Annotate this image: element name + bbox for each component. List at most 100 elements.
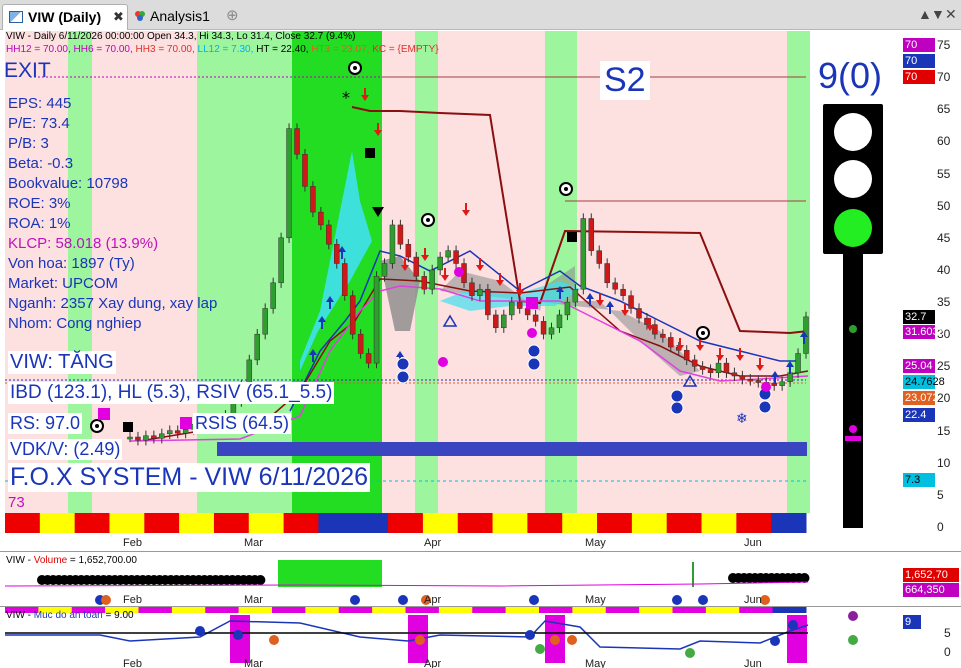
candle bbox=[532, 314, 539, 322]
price-value-tag: 32.7 bbox=[903, 309, 935, 324]
candle bbox=[636, 308, 642, 319]
buy-marker bbox=[396, 357, 410, 371]
uptrend-band bbox=[197, 31, 292, 513]
candle bbox=[755, 380, 762, 383]
status-strip-cell bbox=[283, 513, 319, 533]
candle bbox=[485, 288, 491, 316]
volume-marker bbox=[672, 595, 682, 605]
magenta-square bbox=[180, 417, 192, 429]
price-tick: 15 bbox=[937, 423, 951, 438]
black-square bbox=[123, 422, 133, 432]
rs-label: RS: 97.0 bbox=[8, 413, 83, 434]
status-strip-cell bbox=[353, 513, 389, 533]
price-tick: 10 bbox=[937, 455, 951, 470]
candle bbox=[524, 308, 531, 316]
tab-viw-daily[interactable]: VIW (Daily) ✖ bbox=[2, 4, 128, 30]
candle bbox=[397, 224, 404, 245]
status-strip-cell bbox=[492, 513, 528, 533]
price-tick: 0 bbox=[937, 520, 944, 534]
safety-header: VIW - Muc do an toan = 9.00 bbox=[6, 610, 134, 621]
month-label: May bbox=[585, 658, 606, 668]
fundamental-item: Von hoa: 1897 (Ty) bbox=[8, 255, 135, 272]
status-strip-cell bbox=[631, 513, 668, 533]
price-tick: 20 bbox=[937, 391, 951, 406]
tab-analysis1[interactable]: Analysis1 bbox=[132, 4, 224, 30]
header-stat-2: HH3 = 70.00, bbox=[135, 44, 198, 55]
safety-tick-5: 5 bbox=[944, 626, 951, 640]
fundamental-item: KLCP: 58.018 (13.9%) bbox=[8, 235, 159, 252]
tab-bar: VIW (Daily) ✖ Analysis1 ⊕ ▲ ▼ ✕ bbox=[0, 0, 961, 30]
volume-ma-tag: 664,350 bbox=[903, 583, 959, 597]
stage-label: S2 bbox=[600, 61, 650, 100]
light-middle bbox=[834, 160, 872, 198]
pole-dot bbox=[849, 425, 857, 433]
close-icon[interactable]: ✖ bbox=[113, 5, 124, 29]
safety-header-name: VIW - bbox=[6, 610, 34, 621]
exit-signal: EXIT bbox=[4, 59, 51, 82]
safety-side-dot bbox=[848, 611, 858, 621]
buy-marker bbox=[758, 400, 772, 414]
candle bbox=[596, 250, 602, 264]
chart-header-line1: VIW - Daily 6/11/2026 00:00:00 Open 34.3… bbox=[6, 31, 356, 42]
header-stat-5: HT3 = 23.07, bbox=[311, 44, 373, 55]
safety-marker bbox=[269, 635, 279, 645]
scroll-down-icon[interactable]: ▼ bbox=[931, 6, 945, 22]
safety-marker bbox=[550, 635, 560, 645]
candle bbox=[254, 333, 260, 361]
candle bbox=[620, 288, 626, 296]
safety-strip-cell bbox=[338, 607, 373, 613]
fundamental-item: ROE: 3% bbox=[8, 195, 71, 212]
candle bbox=[365, 353, 372, 364]
buy-marker bbox=[670, 401, 684, 415]
safety-tag: 9 bbox=[903, 615, 921, 629]
safety-strip-cell bbox=[605, 607, 640, 613]
status-strip-cell bbox=[109, 513, 145, 533]
status-strip-cell bbox=[39, 513, 76, 533]
candle bbox=[429, 269, 435, 290]
add-tab-icon[interactable]: ⊕ bbox=[226, 6, 239, 24]
candle bbox=[723, 362, 730, 374]
candle bbox=[707, 369, 714, 374]
price-value-tag: 70 bbox=[903, 54, 935, 69]
scroll-up-icon[interactable]: ▲ bbox=[918, 6, 932, 22]
safety-strip-cell bbox=[138, 607, 173, 613]
price-chart-pane[interactable]: * ❄ VIW - Daily 6/11/2026 00:00:00 Open 3… bbox=[0, 31, 961, 551]
small-number: 73 bbox=[8, 494, 25, 511]
tab-label: Analysis1 bbox=[150, 8, 210, 24]
chart-icon bbox=[9, 11, 23, 23]
status-strip-cell bbox=[597, 513, 633, 533]
fundamental-item: P/B: 3 bbox=[8, 135, 49, 152]
safety-strip-cell bbox=[672, 607, 707, 613]
status-strip-cell bbox=[74, 513, 110, 533]
price-tick: 60 bbox=[937, 134, 951, 149]
month-label: Mar bbox=[244, 537, 263, 549]
candle bbox=[628, 295, 634, 309]
window-close-icon[interactable]: ✕ bbox=[945, 6, 957, 23]
candle bbox=[580, 218, 587, 290]
analysis-icon bbox=[135, 11, 145, 21]
price-tick: 40 bbox=[937, 262, 951, 277]
fundamental-item: Nganh: 2357 Xay dung, xay lap bbox=[8, 295, 218, 312]
signal-dot bbox=[426, 218, 430, 222]
month-label: Apr bbox=[424, 658, 441, 668]
safety-strip-cell bbox=[572, 607, 607, 613]
month-label: Mar bbox=[244, 658, 263, 668]
status-strip-cell bbox=[771, 513, 807, 533]
status-strip-cell bbox=[666, 513, 703, 533]
status-strip-cell bbox=[144, 513, 180, 533]
candle bbox=[357, 333, 364, 354]
status-strip-cell bbox=[179, 513, 215, 533]
price-value-tag: 24.7628 bbox=[903, 374, 945, 389]
pole-dot bbox=[849, 325, 857, 333]
candle bbox=[469, 282, 475, 296]
volume-pane[interactable]: Feb Mar Apr May Jun VIW - Volume = 1,652,700… bbox=[0, 551, 961, 606]
status-strip-cell bbox=[213, 513, 250, 533]
safety-pane[interactable]: Feb Mar Apr May Jun VIW - Muc do an toan = 9… bbox=[0, 606, 961, 668]
candle bbox=[516, 301, 523, 309]
candle bbox=[373, 276, 380, 364]
candle bbox=[795, 353, 801, 374]
safety-strip-cell bbox=[372, 607, 406, 613]
candle bbox=[151, 435, 157, 439]
safety-strip-cell bbox=[705, 607, 740, 613]
candle bbox=[127, 436, 133, 440]
